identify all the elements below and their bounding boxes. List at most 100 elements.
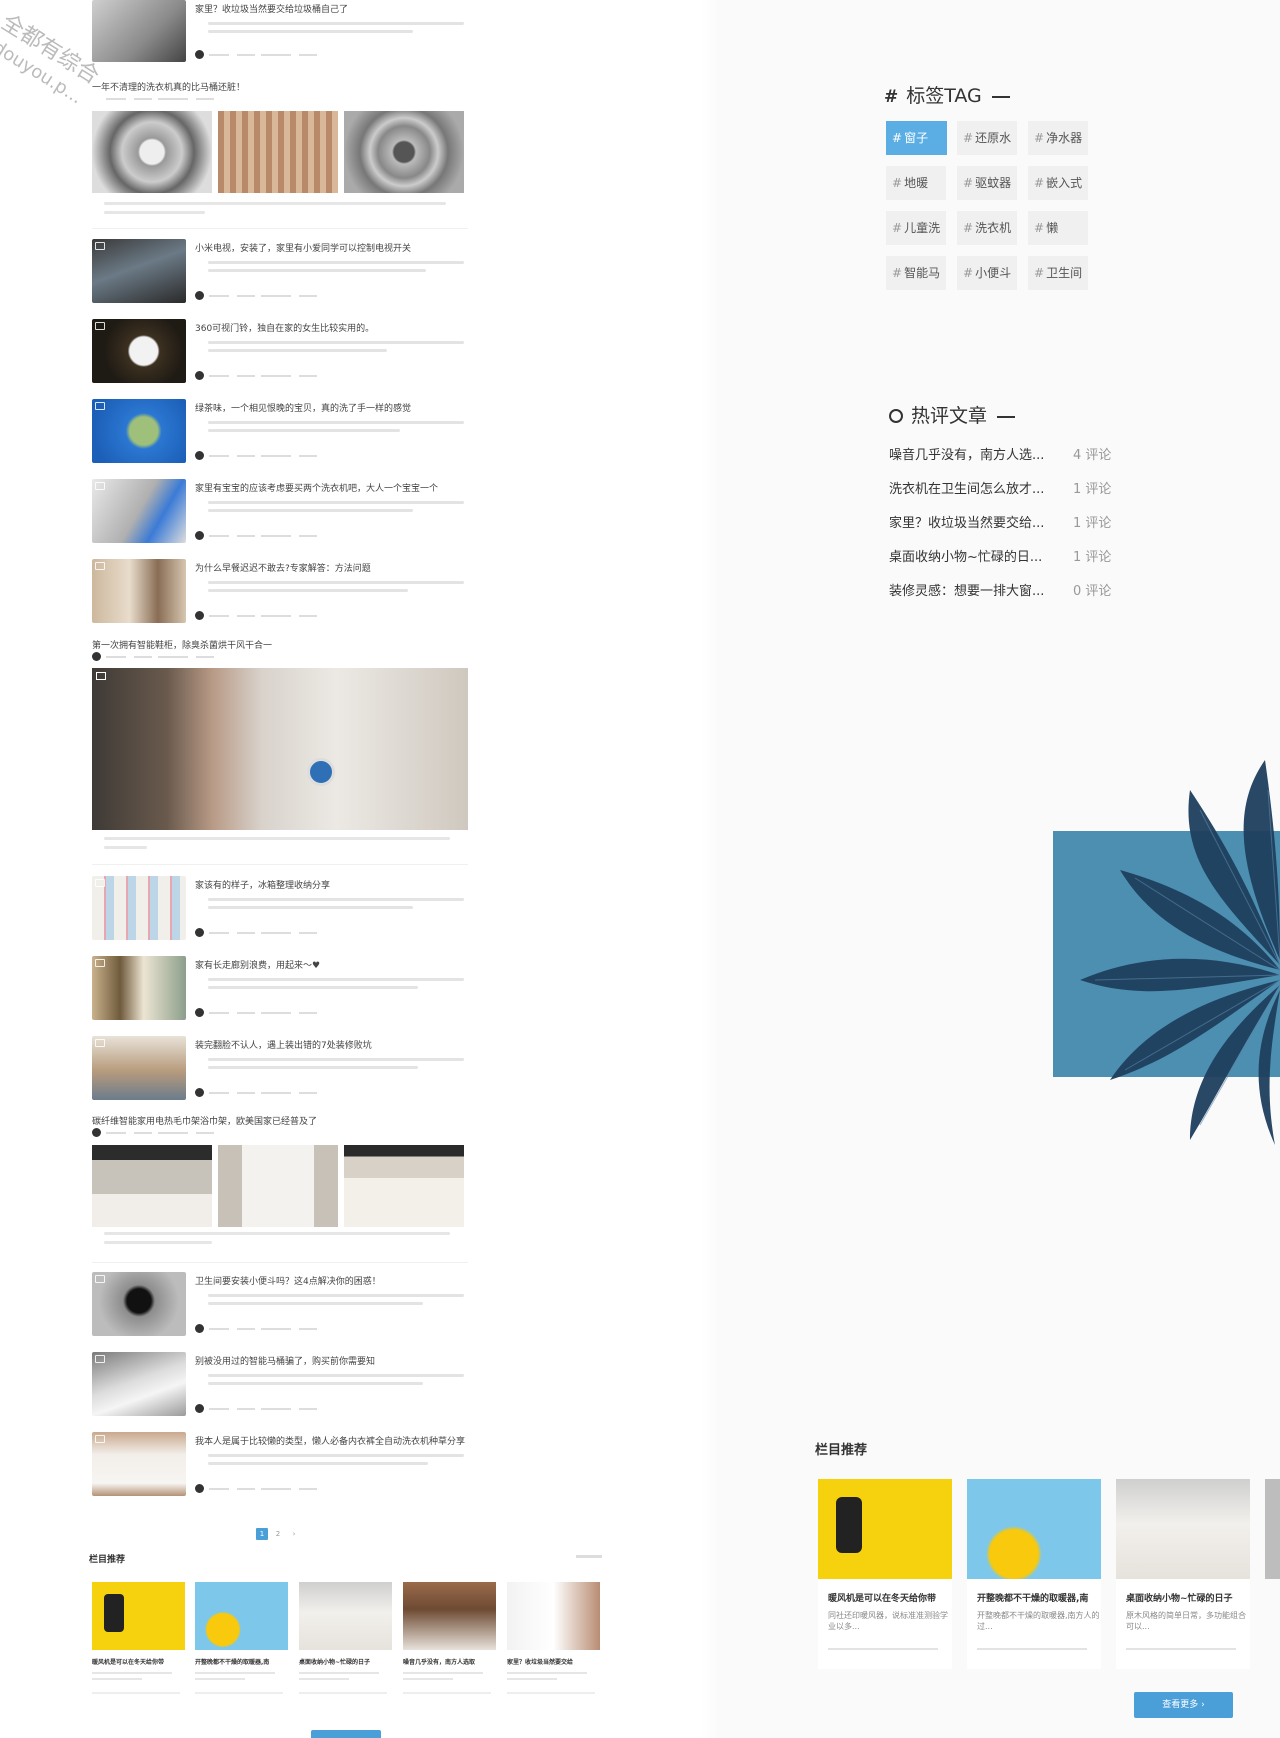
- hot-article-item[interactable]: 家里？收垃圾当然要交给... 1 评论: [889, 512, 1149, 531]
- list-item[interactable]: 家有长走廊别浪费，用起来～♥: [92, 956, 468, 1022]
- article-title[interactable]: 别被没用过的智能马桶骗了，购买前你需要知: [195, 1354, 375, 1367]
- tag-item[interactable]: # 懒: [1028, 211, 1088, 245]
- hot-article-item[interactable]: 桌面收纳小物~忙碌的日... 1 评论: [889, 546, 1149, 565]
- article-thumbnail[interactable]: [92, 1272, 186, 1336]
- tag-item[interactable]: # 儿童洗: [886, 211, 946, 245]
- hot-article-item[interactable]: 洗衣机在卫生间怎么放才... 1 评论: [889, 478, 1149, 497]
- article-thumbnail[interactable]: [92, 399, 186, 463]
- article-title[interactable]: 一年不清理的洗衣机真的比马桶还脏！: [92, 80, 245, 93]
- article-summary: [104, 831, 464, 855]
- list-item[interactable]: 装完翻脸不认人，遇上装出错的7处装修败坑: [92, 1036, 468, 1102]
- list-item[interactable]: 家该有的样子，冰箱整理收纳分享: [92, 876, 468, 942]
- tag-item[interactable]: # 窗子: [886, 121, 947, 155]
- list-item[interactable]: 别被没用过的智能马桶骗了，购买前你需要知: [92, 1352, 468, 1418]
- view-more-button[interactable]: [311, 1730, 381, 1738]
- article-thumbnail[interactable]: [92, 1432, 186, 1496]
- divider: [92, 228, 468, 229]
- article-title[interactable]: 家该有的样子，冰箱整理收纳分享: [195, 878, 330, 891]
- recommend-card[interactable]: 桌面收纳小物~忙碌的日子: [299, 1582, 392, 1708]
- avatar: [195, 531, 204, 540]
- next-page-button[interactable]: ›: [288, 1528, 300, 1540]
- article-title[interactable]: 家里？收垃圾当然要交给垃圾桶自己了: [195, 2, 348, 15]
- article-thumbnail[interactable]: [92, 319, 186, 383]
- card-title[interactable]: 噪音几乎没有，南方人选取: [403, 1657, 496, 1666]
- article-meta: [92, 1128, 252, 1138]
- list-item[interactable]: 卫生间要安装小便斗吗？这4点解决你的困惑！: [92, 1272, 468, 1338]
- card-title[interactable]: 开整晚都不干燥的取暖器,南: [967, 1591, 1101, 1604]
- article-title[interactable]: 为什么早餐迟迟不敢去?专家解答：方法问题: [195, 561, 371, 574]
- article-title[interactable]: 装完翻脸不认人，遇上装出错的7处装修败坑: [195, 1038, 372, 1051]
- recommend-card[interactable]: 暖风机是可以在冬天给你带: [92, 1582, 185, 1708]
- tag-item[interactable]: # 卫生间: [1028, 256, 1088, 290]
- list-item[interactable]: 小米电视，安装了，家里有小爱同学可以控制电视开关: [92, 239, 468, 305]
- tag-item[interactable]: # 净水器: [1028, 121, 1088, 155]
- article-summary: [208, 893, 464, 915]
- washer-drum-image: [344, 111, 464, 193]
- tag-item[interactable]: # 洗衣机: [957, 211, 1017, 245]
- article-title[interactable]: 小米电视，安装了，家里有小爱同学可以控制电视开关: [195, 241, 411, 254]
- card-title[interactable]: 暖风机是可以在冬天给你带: [92, 1657, 185, 1666]
- tag-item[interactable]: # 智能马: [886, 256, 946, 290]
- hot-article-title: 洗衣机在卫生间怎么放才...: [889, 482, 1045, 497]
- card-title[interactable]: 暖风机是可以在冬天给你带: [818, 1591, 952, 1604]
- hot-article-title: 装修灵感：想要一排大窗...: [889, 584, 1045, 599]
- recommend-card[interactable]: 噪音几乎没有，南方人选取: [403, 1582, 496, 1708]
- view-more-link[interactable]: [576, 1555, 602, 1558]
- article-thumbnail[interactable]: [92, 956, 186, 1020]
- towel-rack-image: [344, 1145, 464, 1227]
- page-2-button[interactable]: 2: [272, 1528, 284, 1540]
- hot-article-item[interactable]: 装修灵感：想要一排大窗... 0 评论: [889, 580, 1149, 599]
- card-title[interactable]: 桌面收纳小物~忙碌的日子: [299, 1657, 392, 1666]
- comment-count: 1 评论: [1073, 482, 1112, 497]
- list-item[interactable]: 为什么早餐迟迟不敢去?专家解答：方法问题: [92, 559, 468, 625]
- article-title[interactable]: 绿茶味，一个相见恨晚的宝贝，真的洗了手一样的感觉: [195, 401, 411, 414]
- article-title[interactable]: 卫生间要安装小便斗吗？这4点解决你的困惑！: [195, 1274, 381, 1287]
- article-summary: [208, 1449, 464, 1471]
- article-title[interactable]: 碳纤维智能家用电热毛巾架浴巾架，欧美国家已经普及了: [92, 1114, 317, 1127]
- pagination: 1 2 ›: [256, 1521, 304, 1540]
- list-item[interactable]: 360可视门铃，独自在家的女生比较实用的。: [92, 319, 468, 385]
- recommend-card[interactable]: 桌面收纳小物~忙碌的日子 原木风格的简单日常，多功能组合可以...: [1116, 1479, 1250, 1669]
- avatar: [195, 371, 204, 380]
- tag-item[interactable]: # 地暖: [886, 166, 946, 200]
- avatar: [195, 611, 204, 620]
- tag-item[interactable]: # 驱蚊器: [957, 166, 1017, 200]
- page-1-button[interactable]: 1: [256, 1528, 268, 1540]
- card-image: [299, 1582, 392, 1650]
- recommend-card[interactable]: 开整晚都不干燥的取暖器,南: [195, 1582, 288, 1708]
- hot-article-item[interactable]: 噪音几乎没有，南方人选... 4 评论: [889, 444, 1149, 463]
- recommend-card[interactable]: 家里？收垃圾当然要交给: [507, 1582, 600, 1708]
- recommend-card[interactable]: 开整晚都不干燥的取暖器,南 开整晚都不干燥的取暖器,南方人的过...: [967, 1479, 1101, 1669]
- list-item[interactable]: 家里？收垃圾当然要交给垃圾桶自己了: [92, 0, 468, 66]
- article-title[interactable]: 我本人是属于比较懒的类型，懒人必备内衣裤全自动洗衣机种草分享: [195, 1434, 465, 1447]
- avatar: [195, 1404, 204, 1413]
- article-title[interactable]: 第一次拥有智能鞋柜，除臭杀菌烘干风干合一: [92, 638, 272, 651]
- tag-item[interactable]: # 还原水: [957, 121, 1017, 155]
- washer-drum-image: [92, 111, 212, 193]
- tag-widget-title: # 标签TAG: [884, 81, 1010, 108]
- article-thumbnail[interactable]: [92, 239, 186, 303]
- article-title[interactable]: 家有长走廊别浪费，用起来～♥: [195, 958, 320, 971]
- article-feature-image[interactable]: [92, 668, 468, 830]
- tag-item[interactable]: # 小便斗: [957, 256, 1017, 290]
- article-image-gallery[interactable]: [92, 1145, 468, 1227]
- list-item[interactable]: 家里有宝宝的应该考虑要买两个洗衣机吧，大人一个宝宝一个: [92, 479, 468, 545]
- article-image-gallery[interactable]: [92, 111, 468, 193]
- article-thumbnail[interactable]: [92, 479, 186, 543]
- article-title[interactable]: 家里有宝宝的应该考虑要买两个洗衣机吧，大人一个宝宝一个: [195, 481, 438, 494]
- list-item[interactable]: 绿茶味，一个相见恨晚的宝贝，真的洗了手一样的感觉: [92, 399, 468, 465]
- article-thumbnail[interactable]: [92, 559, 186, 623]
- article-thumbnail[interactable]: [92, 1036, 186, 1100]
- view-more-button[interactable]: 查看更多 ›: [1134, 1692, 1233, 1718]
- list-item[interactable]: 我本人是属于比较懒的类型，懒人必备内衣裤全自动洗衣机种草分享: [92, 1432, 468, 1498]
- card-title[interactable]: 开整晚都不干燥的取暖器,南: [195, 1657, 288, 1666]
- tag-item[interactable]: # 嵌入式: [1028, 166, 1088, 200]
- article-title[interactable]: 360可视门铃，独自在家的女生比较实用的。: [195, 321, 374, 334]
- article-thumbnail[interactable]: [92, 876, 186, 940]
- card-title[interactable]: 桌面收纳小物~忙碌的日子: [1116, 1591, 1250, 1604]
- article-thumbnail[interactable]: [92, 1352, 186, 1416]
- recommend-card[interactable]: 暖风机是可以在冬天给你带 同社还印暖风器，说标准准测验学业以多...: [818, 1479, 952, 1669]
- card-title[interactable]: 家里？收垃圾当然要交给: [507, 1657, 600, 1666]
- avatar: [195, 928, 204, 937]
- article-thumbnail[interactable]: [92, 0, 186, 62]
